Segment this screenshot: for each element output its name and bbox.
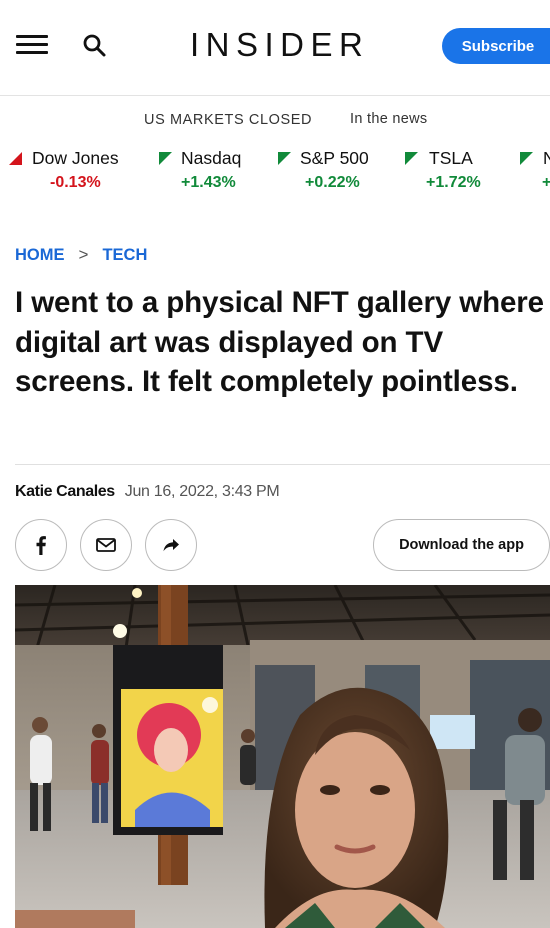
ticker-change: +0.22%	[305, 174, 360, 191]
breadcrumb-separator: >	[78, 245, 89, 264]
author-name[interactable]: Katie Canales	[15, 483, 115, 501]
up-arrow-icon	[159, 152, 172, 165]
download-app-button[interactable]: Download the app	[373, 519, 550, 571]
ticker-tsla[interactable]: TSLA +1.72%	[405, 148, 505, 192]
search-icon[interactable]	[82, 33, 108, 59]
breadcrumb-home[interactable]: HOME	[15, 246, 65, 265]
email-share-button[interactable]	[80, 519, 132, 571]
ticker-name: S&P 500	[300, 148, 369, 168]
gallery-photo	[15, 585, 550, 928]
ticker-sp500[interactable]: S&P 500 +0.22%	[278, 148, 388, 192]
in-the-news-link[interactable]: In the news	[350, 111, 427, 127]
ticker-partial[interactable]: N +	[520, 148, 550, 192]
site-header: INSIDER Subscribe	[0, 0, 550, 96]
ticker-change: +1.43%	[181, 174, 236, 191]
byline: Katie Canales Jun 16, 2022, 3:43 PM	[15, 483, 280, 501]
down-arrow-icon	[9, 152, 22, 165]
article-headline: I went to a physical NFT gallery where d…	[15, 286, 544, 398]
up-arrow-icon	[278, 152, 291, 165]
markets-ticker-bar: US MARKETS CLOSED In the news Dow Jones …	[0, 96, 550, 208]
ticker-name: Dow Jones	[32, 148, 119, 168]
facebook-icon	[36, 536, 46, 555]
ticker-dow-jones[interactable]: Dow Jones -0.13%	[9, 148, 139, 192]
share-arrow-icon	[163, 539, 179, 552]
up-arrow-icon	[520, 152, 533, 165]
ticker-name: N	[543, 148, 550, 168]
subscribe-button[interactable]: Subscribe	[442, 28, 550, 64]
ticker-nasdaq[interactable]: Nasdaq +1.43%	[159, 148, 269, 192]
divider	[15, 464, 550, 465]
publish-date: Jun 16, 2022, 3:43 PM	[124, 483, 280, 500]
hamburger-menu-icon[interactable]	[16, 33, 48, 57]
article-hero-image	[15, 585, 550, 928]
up-arrow-icon	[405, 152, 418, 165]
facebook-share-button[interactable]	[15, 519, 67, 571]
ticker-name: TSLA	[429, 148, 473, 168]
markets-status: US MARKETS CLOSED	[144, 112, 313, 128]
breadcrumb: HOME > TECH	[15, 245, 147, 265]
email-icon	[96, 538, 116, 552]
insider-logo[interactable]: INSIDER	[190, 26, 369, 64]
share-button[interactable]	[145, 519, 197, 571]
breadcrumb-tech[interactable]: TECH	[102, 246, 147, 265]
ticker-change: +	[542, 174, 550, 191]
ticker-change: +1.72%	[426, 174, 481, 191]
ticker-name: Nasdaq	[181, 148, 242, 168]
ticker-change: -0.13%	[50, 174, 101, 191]
